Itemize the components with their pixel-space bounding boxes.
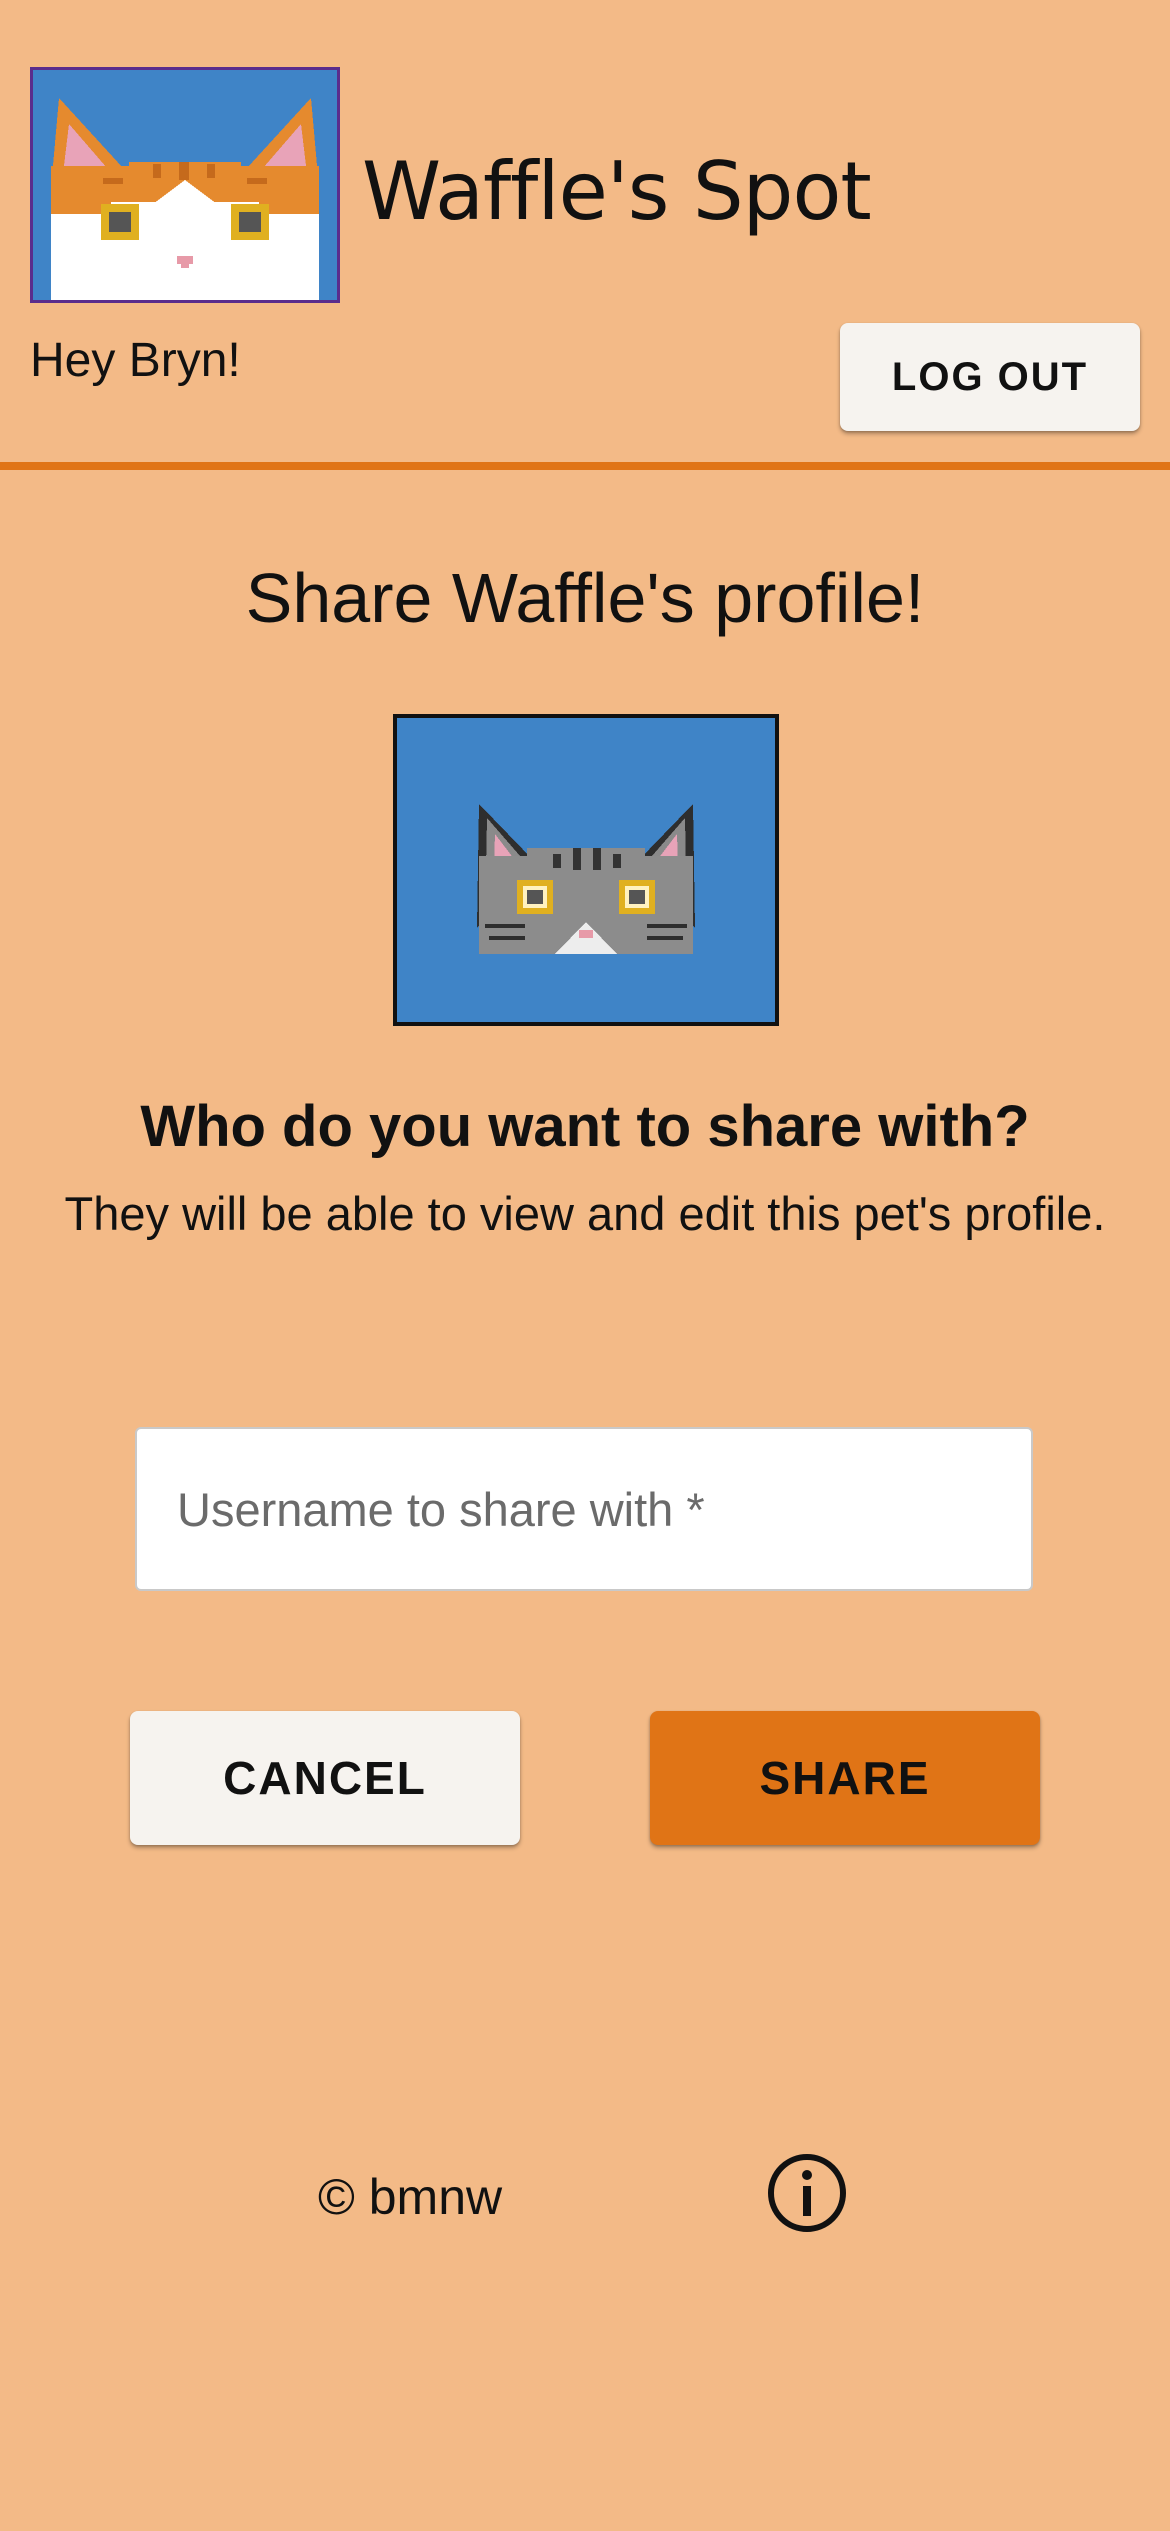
cancel-button[interactable]: CANCEL — [130, 1711, 520, 1845]
info-icon[interactable] — [767, 2153, 847, 2233]
orange-white-cat-pixel-icon — [51, 98, 319, 300]
app-header: Waffle's Spot Hey Bryn! LOG OUT — [0, 0, 1170, 470]
username-field — [135, 1427, 1033, 1591]
greeting-text: Hey Bryn! — [30, 334, 241, 387]
app-logo — [30, 67, 340, 303]
gray-tabby-cat-pixel-icon — [477, 804, 695, 954]
username-input[interactable] — [137, 1429, 1031, 1589]
header-divider — [0, 462, 1170, 470]
pet-avatar — [393, 714, 779, 1026]
page-title: Share Waffle's profile! — [245, 559, 925, 637]
app-title: Waffle's Spot — [362, 145, 872, 238]
share-button[interactable]: SHARE — [650, 1711, 1040, 1845]
share-subtext: They will be able to view and edit this … — [64, 1187, 1106, 1240]
logout-button[interactable]: LOG OUT — [840, 323, 1140, 431]
share-heading: Who do you want to share with? — [140, 1094, 1030, 1159]
copyright-text: © bmnw — [318, 2169, 503, 2225]
